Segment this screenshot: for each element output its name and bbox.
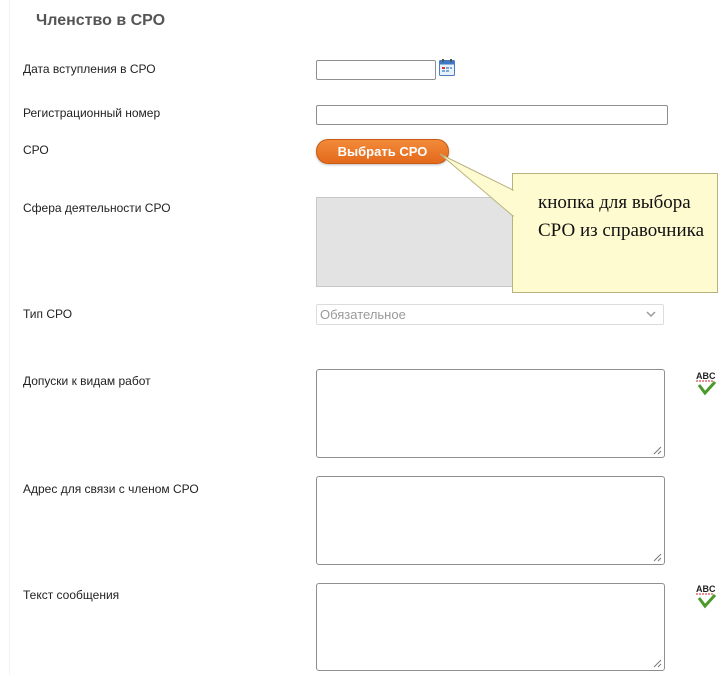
left-edge-strip <box>0 0 10 675</box>
address-label: Адрес для связи с членом СРО <box>23 482 199 496</box>
chevron-down-icon <box>646 311 656 318</box>
section-title: Членство в СРО <box>36 12 166 29</box>
svg-text:ABC: ABC <box>696 584 716 594</box>
sro-type-label: Тип СРО <box>23 307 73 321</box>
message-label: Текст сообщения <box>23 588 120 602</box>
reg-number-label: Регистрационный номер <box>23 106 161 120</box>
entry-date-input[interactable] <box>316 60 436 80</box>
callout-text: кнопка для выбора СРО из справочника <box>538 192 705 241</box>
message-textarea[interactable] <box>316 583 665 671</box>
sro-type-selected-value: Обязательное <box>320 307 406 322</box>
reg-number-input[interactable] <box>316 105 668 125</box>
svg-text:ABC: ABC <box>696 371 716 381</box>
address-textarea[interactable] <box>316 476 665 565</box>
sro-label: СРО <box>23 143 49 157</box>
resize-grip-icon[interactable] <box>653 446 662 455</box>
calendar-icon[interactable] <box>439 59 455 76</box>
entry-date-label: Дата вступления в СРО <box>23 62 156 76</box>
permits-label: Допуски к видам работ <box>23 374 151 388</box>
callout-pointer <box>439 153 514 218</box>
permits-textarea[interactable] <box>316 369 665 458</box>
spellcheck-icon[interactable]: ABC <box>694 370 718 396</box>
spellcheck-icon[interactable]: ABC <box>694 583 718 609</box>
select-sro-button[interactable]: Выбрать СРО <box>316 139 449 164</box>
sphere-field-readonly <box>316 197 526 287</box>
resize-grip-icon[interactable] <box>653 659 662 668</box>
sro-type-select[interactable]: Обязательное <box>316 304 664 325</box>
sphere-label: Сфера деятельности СРО <box>23 201 171 215</box>
resize-grip-icon[interactable] <box>653 553 662 562</box>
